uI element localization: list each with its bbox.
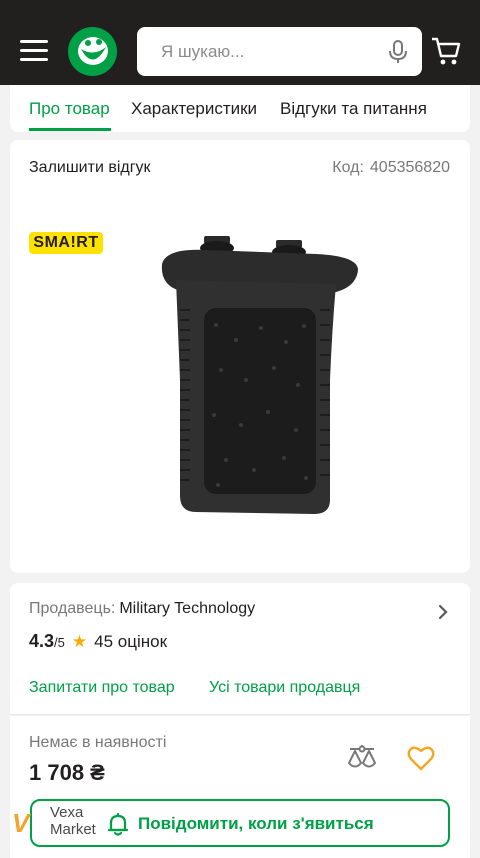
smart-badge: SMA!RT [29, 232, 103, 254]
compare-icon[interactable] [346, 743, 378, 773]
stock-status: Немає в наявності [29, 734, 167, 751]
product-code: Код: 405356820 [332, 159, 450, 177]
seller-name: Military Technology [119, 600, 256, 617]
seller-rating: 4.3 /5 ★ 45 оцінок [29, 631, 167, 652]
seller-info[interactable]: Продавець: Military Technology [29, 600, 255, 618]
ask-about-product-link[interactable]: Запитати про товар [29, 679, 175, 697]
rating-score: 4.3 [29, 631, 55, 651]
search-bar [137, 27, 422, 76]
watermark-mark: V [12, 808, 30, 838]
all-seller-products-link[interactable]: Усі товари продавця [209, 679, 360, 697]
star-icon: ★ [71, 632, 88, 651]
status-bar [0, 0, 480, 16]
price: 1 708 ₴ [29, 760, 105, 785]
tab-about[interactable]: Про товар [29, 99, 110, 119]
microphone-icon[interactable] [386, 39, 410, 65]
app-header [0, 16, 480, 85]
active-tab-indicator [29, 128, 111, 131]
notify-button-label: Повідомити, коли з'явиться [138, 814, 374, 833]
menu-icon[interactable] [20, 40, 48, 62]
heart-icon[interactable] [407, 745, 435, 771]
product-tabs: Про товар Характеристики Відгуки та пита… [10, 85, 470, 132]
leave-review-link[interactable]: Залишити відгук [29, 159, 151, 177]
tab-characteristics[interactable]: Характеристики [131, 99, 257, 119]
code-value: 405356820 [369, 159, 450, 176]
rating-max: /5 [54, 635, 65, 650]
watermark: V Vexa Market [10, 802, 120, 852]
chevron-right-icon[interactable] [438, 604, 448, 620]
watermark-line1: Vexa [50, 804, 84, 821]
product-card: Залишити відгук Код: 405356820 SMA!RT [10, 140, 470, 573]
watermark-line2: Market [50, 821, 96, 838]
tab-reviews[interactable]: Відгуки та питання [280, 99, 427, 119]
logo-icon[interactable] [68, 27, 117, 76]
seller-card: Продавець: Military Technology 4.3 /5 ★ 4… [10, 583, 470, 715]
code-label: Код: [332, 159, 364, 176]
cart-icon[interactable] [430, 36, 462, 66]
product-image[interactable] [146, 230, 366, 520]
rating-count: 45 оцінок [94, 632, 168, 651]
search-input[interactable] [137, 27, 377, 76]
seller-label: Продавець: [29, 600, 116, 617]
